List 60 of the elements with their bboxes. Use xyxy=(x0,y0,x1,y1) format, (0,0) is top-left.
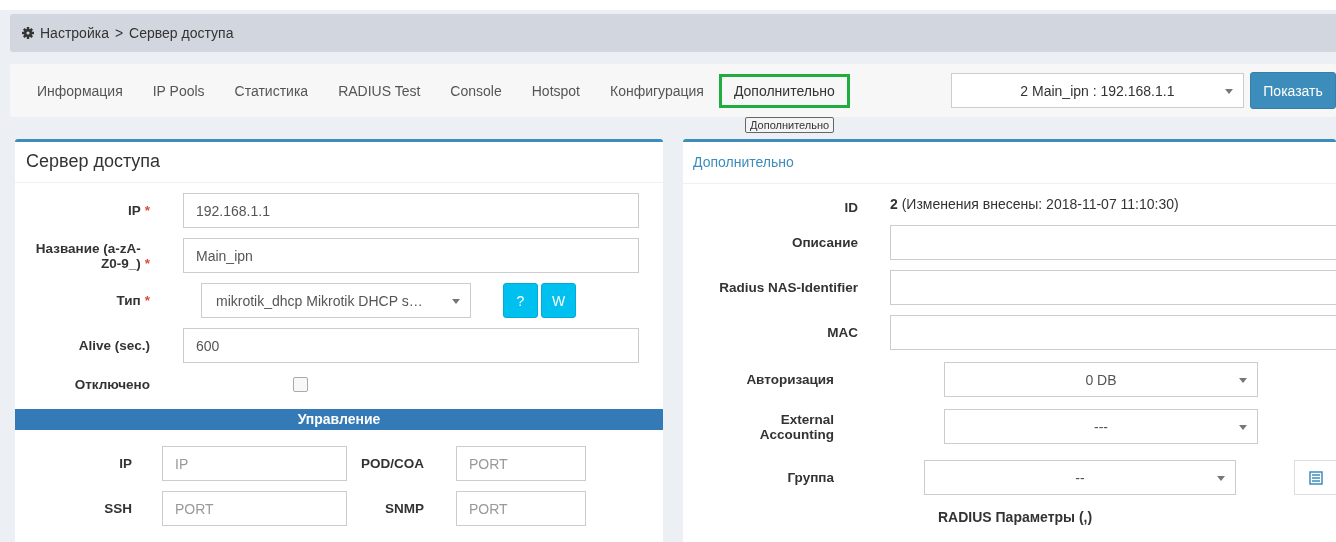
field-label: IP xyxy=(118,456,133,471)
required-mark: * xyxy=(144,203,150,218)
tab[interactable]: Конфигурация xyxy=(595,73,719,108)
breadcrumb-current: Сервер доступа xyxy=(129,25,234,41)
field-label: Описание xyxy=(790,235,859,250)
caret-icon xyxy=(1217,476,1225,481)
required-mark: * xyxy=(144,293,150,308)
field-label: Alive (sec.) xyxy=(77,338,151,353)
field-label: SNMP xyxy=(384,501,425,516)
section-header: Управление xyxy=(15,409,663,430)
field-label: Название (a-zA-Z0-9_) xyxy=(34,240,141,271)
show-button[interactable]: Показать xyxy=(1250,72,1336,109)
panel-title[interactable]: Дополнительно xyxy=(683,142,1336,184)
type-dropdown[interactable]: mikrotik_dhcp Mikrotik DHCP s… xyxy=(201,283,471,318)
text-field[interactable]: PORT xyxy=(162,491,347,526)
field-label: Отключено xyxy=(73,377,151,392)
text-field[interactable]: Main_ipn xyxy=(183,238,639,273)
caret-icon xyxy=(1225,89,1234,94)
section-title: RADIUS Параметры (,) xyxy=(938,509,1094,525)
caret-icon xyxy=(452,299,460,304)
tab[interactable]: Console xyxy=(435,73,517,108)
required-mark: * xyxy=(144,255,150,271)
text-field[interactable]: 192.168.1.1 xyxy=(183,193,639,228)
field-label: ID xyxy=(843,200,859,215)
checkbox[interactable] xyxy=(293,377,308,392)
tab[interactable]: Дополнительно xyxy=(718,73,850,108)
tab[interactable]: Статистика xyxy=(219,73,324,108)
text-field[interactable] xyxy=(890,315,1336,350)
field-label: Тип xyxy=(116,293,141,308)
list-icon[interactable] xyxy=(1294,460,1336,495)
breadcrumb-separator: > xyxy=(114,25,124,41)
field-label: External Accounting xyxy=(758,411,834,442)
text-field[interactable]: PORT xyxy=(456,491,586,526)
field-label: IP xyxy=(127,203,141,218)
field-label: SSH xyxy=(103,501,133,516)
dropdown[interactable]: 0 DB xyxy=(944,362,1258,397)
text-field[interactable] xyxy=(890,270,1336,305)
field-label: Radius NAS-Identifier xyxy=(718,280,859,295)
tab[interactable]: Информация xyxy=(22,73,138,108)
dropdown[interactable]: --- xyxy=(944,409,1258,444)
text-field[interactable]: PORT xyxy=(456,446,586,481)
field-label: Группа xyxy=(786,470,834,485)
breadcrumb-link[interactable]: Настройка xyxy=(40,25,109,41)
tab[interactable]: IP Pools xyxy=(137,73,220,108)
caret-icon xyxy=(1239,378,1247,383)
text-field[interactable]: IP xyxy=(162,446,347,481)
field-label: MAC xyxy=(826,325,859,340)
tab[interactable]: Hotspot xyxy=(516,73,595,108)
id-value: 2 (Изменения внесены: 2018-11-07 11:10:30) xyxy=(890,195,1179,212)
dropdown[interactable]: -- xyxy=(924,460,1236,495)
tooltip: Дополнительно xyxy=(745,117,835,133)
caret-icon xyxy=(1239,425,1247,430)
gear-icon xyxy=(22,27,34,39)
panel-title: Сервер доступа xyxy=(15,142,663,183)
text-field[interactable]: 600 xyxy=(183,328,639,363)
field-label: POD/COA xyxy=(360,456,425,471)
field-label: Авторизация xyxy=(745,372,834,387)
server-dropdown[interactable]: 2 Main_ipn : 192.168.1.1 xyxy=(950,73,1245,108)
tab[interactable]: RADIUS Test xyxy=(323,73,436,108)
text-field[interactable] xyxy=(890,225,1336,260)
